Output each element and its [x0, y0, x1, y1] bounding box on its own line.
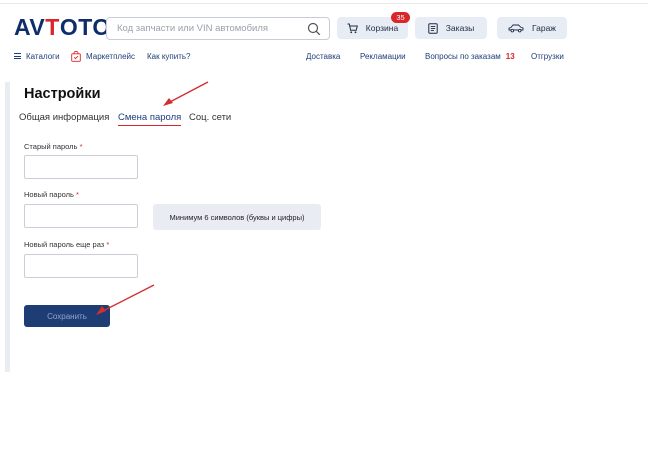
- cart-label: Корзина: [365, 23, 399, 33]
- new-password-label: Новый пароль *: [24, 190, 79, 199]
- search-icon[interactable]: [307, 22, 321, 36]
- order-questions-count: 13: [505, 51, 515, 61]
- tab-social-networks[interactable]: Соц. сети: [189, 112, 231, 126]
- search-box: [106, 17, 330, 40]
- annotation-arrows: [96, 81, 209, 315]
- nav-catalogs[interactable]: Каталоги: [14, 50, 60, 62]
- car-icon: [508, 24, 524, 33]
- menu-icon: [14, 52, 21, 61]
- nav-order-questions[interactable]: Вопросы по заказам 13: [425, 50, 515, 62]
- repeat-password-label: Новый пароль еще раз *: [24, 240, 110, 249]
- nav-marketplace[interactable]: Маркетплейс: [71, 50, 135, 62]
- nav-shipments[interactable]: Отгрузки: [531, 50, 564, 62]
- cart-count-badge: 35: [391, 12, 410, 23]
- required-mark: *: [106, 240, 110, 249]
- top-divider: [0, 0, 648, 4]
- orders-icon: [428, 22, 438, 34]
- garage-label: Гараж: [532, 23, 556, 33]
- nav-claims[interactable]: Рекламации: [360, 50, 406, 62]
- password-hint-tooltip: Минимум 6 символов (буквы и цифры): [153, 204, 321, 230]
- tab-change-password[interactable]: Смена пароля: [118, 112, 182, 126]
- arrow-to-password-tab: [163, 81, 209, 106]
- old-password-label: Старый пароль *: [24, 142, 83, 151]
- save-button[interactable]: Сохранить: [24, 305, 110, 327]
- panel-left-border: [5, 82, 10, 372]
- orders-label: Заказы: [445, 23, 475, 33]
- page-title: Настройки: [24, 86, 101, 102]
- cart-icon: [347, 23, 358, 33]
- repeat-password-field[interactable]: [24, 254, 138, 278]
- required-mark: *: [76, 190, 79, 199]
- search-input[interactable]: [107, 18, 297, 39]
- garage-button[interactable]: Гараж: [497, 17, 567, 39]
- shopping-bag-icon: [71, 50, 81, 62]
- nav-delivery[interactable]: Доставка: [306, 50, 340, 62]
- tab-general-info[interactable]: Общая информация: [19, 112, 109, 126]
- nav-how-to-buy[interactable]: Как купить?: [147, 50, 191, 62]
- avtoto-logo[interactable]: AV T OTO: [14, 14, 111, 40]
- new-password-field[interactable]: [24, 204, 138, 228]
- orders-button[interactable]: Заказы: [415, 17, 487, 39]
- required-mark: *: [79, 142, 83, 151]
- old-password-field[interactable]: [24, 155, 138, 179]
